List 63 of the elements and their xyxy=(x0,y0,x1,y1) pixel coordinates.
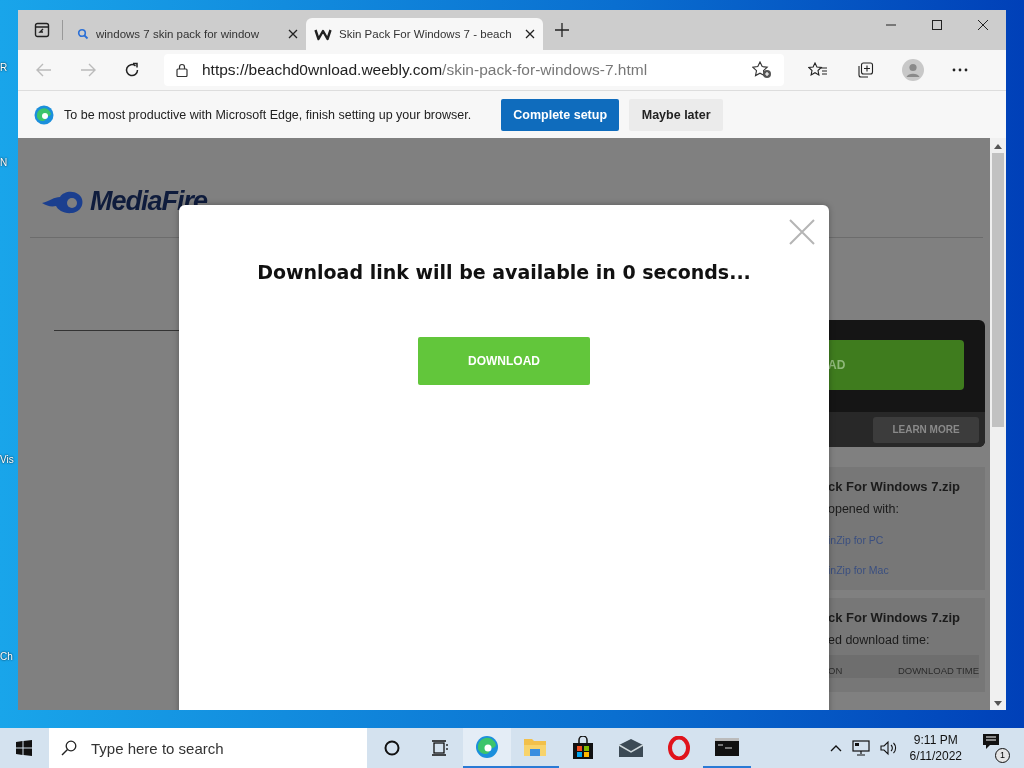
tab-title: windows 7 skin pack for window xyxy=(96,28,260,40)
network-icon[interactable] xyxy=(851,740,870,756)
tab-actions-icon[interactable] xyxy=(34,22,50,38)
task-view-icon[interactable] xyxy=(431,740,449,756)
download-button[interactable]: AD xyxy=(828,340,964,390)
cortana-icon[interactable] xyxy=(384,740,400,756)
scroll-down-icon[interactable] xyxy=(994,701,1002,706)
close-icon[interactable] xyxy=(978,20,988,30)
edge-logo-icon xyxy=(475,735,499,759)
browser-tab[interactable]: Skin Pack For Windows 7 - beach xyxy=(306,18,543,50)
download-button[interactable]: DOWNLOAD xyxy=(418,337,590,385)
desktop-icon-label[interactable]: N xyxy=(0,157,18,168)
time-text: 9:11 PM xyxy=(913,732,958,748)
desktop-icon-label[interactable]: R xyxy=(0,62,18,73)
refresh-icon[interactable] xyxy=(124,62,140,78)
file-name: ck For Windows 7.zip xyxy=(828,610,962,625)
clock[interactable]: 9:11 PM 6/11/2022 xyxy=(909,732,962,764)
scroll-up-icon[interactable] xyxy=(994,144,1002,149)
browser-tab[interactable]: windows 7 skin pack for window xyxy=(69,18,306,50)
setup-message: To be most productive with Microsoft Edge, finish setting up your browser. xyxy=(64,107,472,122)
new-tab-icon[interactable] xyxy=(555,23,569,37)
search-icon xyxy=(77,28,89,40)
card-subtitle: opened with: xyxy=(828,502,900,516)
close-icon[interactable] xyxy=(525,29,535,39)
notification-count: 1 xyxy=(995,748,1010,763)
complete-setup-button[interactable]: Complete setup xyxy=(501,98,620,131)
favorites-icon[interactable] xyxy=(808,62,828,78)
column-header: DOWNLOAD TIME xyxy=(897,665,979,676)
envelope-icon xyxy=(618,739,644,757)
collections-icon[interactable] xyxy=(856,61,874,79)
dialog-title: Download link will be available in 0 seconds... xyxy=(257,261,751,283)
shopping-bag-icon xyxy=(572,736,594,760)
o-logo-icon xyxy=(668,736,690,760)
tab-title: Skin Pack For Windows 7 - beach xyxy=(339,28,513,40)
folder-icon xyxy=(523,736,547,758)
close-icon[interactable] xyxy=(288,29,298,39)
action-center-button[interactable]: 1 xyxy=(982,733,1010,763)
column-header: ON xyxy=(828,665,843,676)
notification-icon xyxy=(982,733,1000,751)
terminal-icon xyxy=(715,738,739,756)
more-icon[interactable] xyxy=(952,68,968,72)
scrollbar[interactable] xyxy=(990,138,1006,710)
maybe-later-button[interactable]: Maybe later xyxy=(629,98,724,131)
url-text: https://beachd0wnload.weebly.com/skin-pack-for-windows-7.html xyxy=(202,61,649,79)
search-icon xyxy=(61,740,77,756)
windows-start-icon[interactable] xyxy=(16,740,32,756)
learn-more-button[interactable]: LEARN MORE xyxy=(873,416,979,443)
w-logo-icon xyxy=(314,27,332,41)
chevron-up-icon[interactable] xyxy=(829,744,842,752)
address-bar[interactable]: https://beachd0wnload.weebly.com/skin-pack-for-windows-7.html xyxy=(164,54,784,86)
taskbar-search-field[interactable]: Type here to search xyxy=(49,728,367,768)
profile-icon[interactable] xyxy=(902,59,924,81)
file-name: ck For Windows 7.zip xyxy=(828,479,962,494)
maximize-icon[interactable] xyxy=(932,20,942,30)
edge-logo-icon xyxy=(34,104,54,125)
add-favorite-icon[interactable] xyxy=(752,61,772,79)
desktop-icon-label[interactable]: Ch xyxy=(0,651,18,662)
scrollbar-thumb[interactable] xyxy=(992,153,1004,427)
desktop-icon-label[interactable]: Vis xyxy=(0,454,18,465)
lock-icon xyxy=(176,63,188,77)
speaker-icon[interactable] xyxy=(879,740,898,756)
card-subtitle: ed download time: xyxy=(828,633,931,647)
date-text: 6/11/2022 xyxy=(909,748,962,764)
